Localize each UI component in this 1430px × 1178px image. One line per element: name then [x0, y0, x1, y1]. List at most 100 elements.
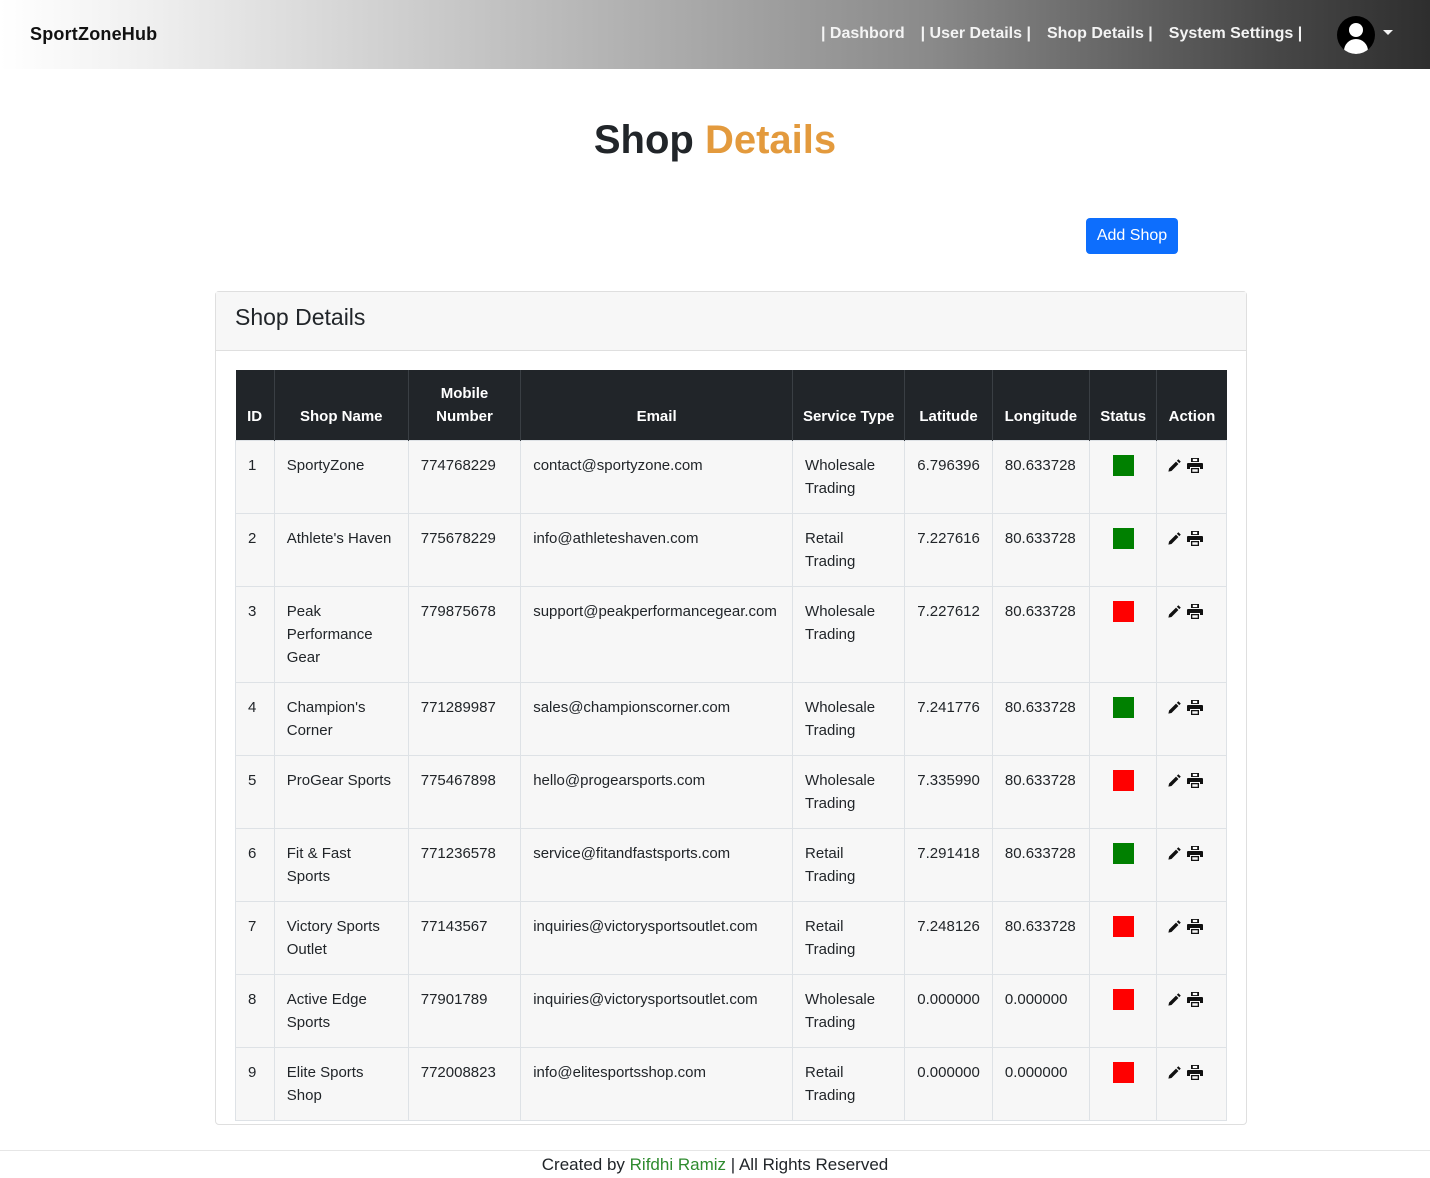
- cell-service-type: Wholesale Trading: [792, 440, 906, 514]
- pencil-icon[interactable]: [1167, 530, 1182, 553]
- avatar-head: [1349, 23, 1363, 37]
- printer-icon[interactable]: [1186, 530, 1203, 553]
- cell-longitude: 80.633728: [991, 828, 1090, 902]
- cell-email: sales@championscorner.com: [520, 682, 794, 756]
- printer-icon[interactable]: [1186, 991, 1203, 1014]
- cell-status: [1088, 513, 1158, 587]
- table-row: 4 Champion's Corner 771289987 sales@champio…: [235, 682, 1227, 756]
- cell-email: info@athleteshaven.com: [520, 513, 794, 587]
- table-row: 3 Peak Performance Gear 779875678 support@p…: [235, 586, 1227, 683]
- pencil-icon[interactable]: [1167, 845, 1182, 868]
- cell-id: 1: [235, 440, 275, 514]
- cell-shop-name: Fit & Fast Sports: [273, 828, 409, 902]
- user-avatar-icon[interactable]: [1337, 16, 1375, 54]
- table-row: 9 Elite Sports Shop 772008823 info@elitespo…: [235, 1047, 1227, 1121]
- shop-table: ID Shop Name Mobile Number Email Service…: [235, 370, 1227, 1121]
- cell-shop-name: Victory Sports Outlet: [273, 901, 409, 975]
- card-header: Shop Details: [216, 292, 1246, 351]
- printer-icon[interactable]: [1186, 845, 1203, 868]
- col-header-service-type[interactable]: Service Type: [792, 370, 905, 441]
- status-indicator: [1112, 697, 1134, 718]
- cell-action: [1156, 974, 1227, 1048]
- cell-mobile: 774768229: [407, 440, 522, 514]
- cell-action: [1156, 1047, 1227, 1121]
- nav-link-user-details[interactable]: | User Details |: [921, 25, 1031, 43]
- status-indicator: [1112, 770, 1134, 791]
- cell-email: info@elitesportsshop.com: [520, 1047, 794, 1121]
- cell-status: [1088, 440, 1158, 514]
- nav-link-system-settings[interactable]: System Settings |: [1169, 25, 1302, 43]
- cell-status: [1088, 828, 1158, 902]
- cell-shop-name: Peak Performance Gear: [273, 586, 409, 683]
- caret-down-icon[interactable]: [1383, 30, 1393, 35]
- cell-longitude: 0.000000: [991, 1047, 1090, 1121]
- pencil-icon[interactable]: [1167, 699, 1182, 722]
- printer-icon[interactable]: [1186, 457, 1203, 480]
- cell-latitude: 0.000000: [904, 1047, 993, 1121]
- cell-longitude: 80.633728: [991, 682, 1090, 756]
- cell-email: contact@sportyzone.com: [520, 440, 794, 514]
- pencil-icon[interactable]: [1167, 457, 1182, 480]
- cell-service-type: Wholesale Trading: [792, 974, 906, 1048]
- nav-link-shop-details[interactable]: Shop Details |: [1047, 25, 1153, 43]
- cell-latitude: 7.335990: [904, 755, 993, 829]
- pencil-icon[interactable]: [1167, 1064, 1182, 1087]
- cell-service-type: Wholesale Trading: [792, 755, 906, 829]
- cell-longitude: 0.000000: [991, 974, 1090, 1048]
- cell-service-type: Wholesale Trading: [792, 586, 906, 683]
- cell-email: inquiries@victorysportsoutlet.com: [520, 901, 794, 975]
- table-header-row: ID Shop Name Mobile Number Email Service…: [235, 370, 1227, 441]
- pencil-icon[interactable]: [1167, 918, 1182, 941]
- pencil-icon[interactable]: [1167, 772, 1182, 795]
- col-header-id[interactable]: ID: [235, 370, 275, 441]
- cell-latitude: 7.291418: [904, 828, 993, 902]
- footer-divider: [0, 1150, 1430, 1151]
- cell-id: 9: [235, 1047, 275, 1121]
- nav-link-dashboard[interactable]: | Dashbord: [821, 25, 905, 43]
- cell-id: 6: [235, 828, 275, 902]
- cell-latitude: 0.000000: [904, 974, 993, 1048]
- status-indicator: [1112, 528, 1134, 549]
- cell-longitude: 80.633728: [991, 440, 1090, 514]
- cell-status: [1088, 586, 1158, 683]
- cell-mobile: 779875678: [407, 586, 522, 683]
- col-header-mobile[interactable]: Mobile Number: [407, 370, 521, 441]
- cell-service-type: Wholesale Trading: [792, 682, 906, 756]
- cell-mobile: 775678229: [407, 513, 522, 587]
- col-header-email[interactable]: Email: [520, 370, 793, 441]
- pencil-icon[interactable]: [1167, 603, 1182, 626]
- cell-action: [1156, 440, 1227, 514]
- printer-icon[interactable]: [1186, 699, 1203, 722]
- status-indicator: [1112, 916, 1134, 937]
- brand-logo[interactable]: SportZoneHub: [30, 24, 157, 45]
- printer-icon[interactable]: [1186, 918, 1203, 941]
- table-row: 8 Active Edge Sports 77901789 inquiries@vic…: [235, 974, 1227, 1048]
- add-shop-button[interactable]: Add Shop: [1086, 218, 1178, 254]
- col-header-longitude[interactable]: Longitude: [991, 370, 1090, 441]
- cell-id: 4: [235, 682, 275, 756]
- cell-mobile: 771289987: [407, 682, 522, 756]
- footer-author-link[interactable]: Rifdhi Ramiz: [630, 1155, 726, 1174]
- printer-icon[interactable]: [1186, 772, 1203, 795]
- page-title-part2: Details: [704, 118, 837, 162]
- cell-longitude: 80.633728: [991, 901, 1090, 975]
- page-title: Shop Details: [0, 118, 1430, 163]
- status-indicator: [1112, 843, 1134, 864]
- cell-status: [1088, 755, 1158, 829]
- nav-links: | Dashbord | User Details | Shop Details…: [821, 25, 1318, 43]
- printer-icon[interactable]: [1186, 1064, 1203, 1087]
- pencil-icon[interactable]: [1167, 991, 1182, 1014]
- cell-action: [1156, 901, 1227, 975]
- cell-service-type: Retail Trading: [792, 901, 906, 975]
- printer-icon[interactable]: [1186, 603, 1203, 626]
- col-header-latitude[interactable]: Latitude: [904, 370, 993, 441]
- page-title-part1: Shop: [593, 118, 694, 162]
- cell-shop-name: ProGear Sports: [273, 755, 409, 829]
- status-indicator: [1112, 1062, 1134, 1083]
- footer-prefix: Created by: [541, 1155, 625, 1174]
- col-header-status[interactable]: Status: [1088, 370, 1157, 441]
- cell-shop-name: Active Edge Sports: [273, 974, 409, 1048]
- cell-action: [1156, 513, 1227, 587]
- col-header-shop-name[interactable]: Shop Name: [273, 370, 409, 441]
- cell-id: 5: [235, 755, 275, 829]
